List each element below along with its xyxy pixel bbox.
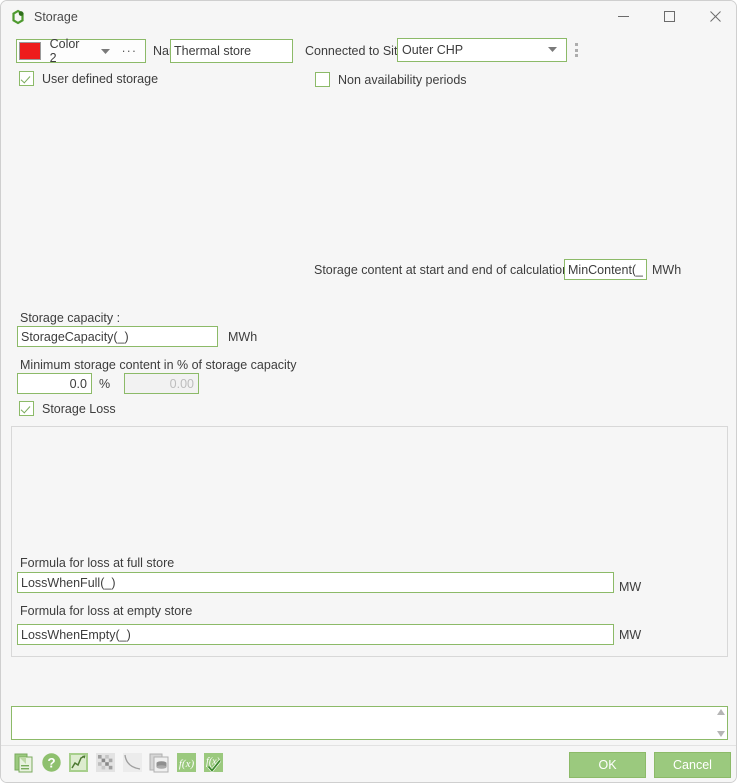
minimize-icon bbox=[617, 16, 629, 17]
function-fx-icon[interactable]: f(x) bbox=[176, 752, 197, 773]
connected-to-site-value: Outer CHP bbox=[402, 43, 464, 57]
loss-empty-unit: MW bbox=[619, 628, 642, 642]
color-picker[interactable]: Color 2 ··· bbox=[16, 37, 146, 65]
window-controls bbox=[600, 1, 736, 32]
maximize-icon bbox=[663, 11, 675, 22]
notes-input[interactable] bbox=[12, 707, 714, 739]
color-name-label: Color 2 bbox=[49, 37, 80, 65]
minimum-content-computed-input bbox=[124, 373, 199, 394]
checkbox-box[interactable] bbox=[19, 71, 34, 86]
loss-full-input[interactable] bbox=[17, 572, 614, 593]
maximize-button[interactable] bbox=[646, 1, 692, 32]
tool-icon-bar: ? f(x) f(x) bbox=[14, 752, 224, 773]
color-more-button[interactable]: ··· bbox=[122, 44, 138, 58]
function-fx-check-icon[interactable]: f(x) bbox=[203, 752, 224, 773]
user-defined-storage-label: User defined storage bbox=[42, 71, 159, 86]
matrix-grid-icon bbox=[96, 753, 115, 772]
storage-capacity-label: Storage capacity : bbox=[20, 311, 121, 325]
close-icon bbox=[709, 11, 721, 22]
color-swatch[interactable] bbox=[19, 42, 41, 60]
loss-full-label: Formula for loss at full store bbox=[20, 556, 175, 570]
storage-loss-label: Storage Loss bbox=[42, 401, 116, 416]
site-grip-handle[interactable] bbox=[575, 43, 579, 57]
svg-text:?: ? bbox=[47, 755, 55, 770]
svg-text:f(x): f(x) bbox=[179, 758, 195, 770]
content-start-end-unit: MWh bbox=[652, 263, 682, 277]
ok-button[interactable]: OK bbox=[569, 752, 646, 778]
content-start-end-label: Storage content at start and end of calc… bbox=[314, 263, 570, 277]
loss-empty-input[interactable] bbox=[17, 624, 614, 645]
non-availability-periods-label: Non availability periods bbox=[338, 72, 467, 87]
storage-loss-checkbox[interactable]: Storage Loss bbox=[19, 401, 116, 416]
user-defined-storage-checkbox[interactable]: User defined storage bbox=[19, 71, 158, 86]
name-input[interactable] bbox=[170, 39, 293, 63]
checkbox-box[interactable] bbox=[315, 72, 330, 87]
scroll-up-icon[interactable] bbox=[716, 709, 725, 715]
connected-to-site-select[interactable]: Outer CHP bbox=[397, 38, 567, 62]
notes-area[interactable] bbox=[11, 706, 728, 740]
minimum-content-percent-input[interactable] bbox=[17, 373, 92, 394]
curve-icon bbox=[123, 753, 142, 772]
storage-capacity-input[interactable] bbox=[17, 326, 218, 347]
minimum-content-label: Minimum storage content in % of storage … bbox=[20, 358, 297, 372]
close-button[interactable] bbox=[692, 1, 736, 32]
database-document-icon bbox=[149, 753, 169, 773]
storage-dialog-window: Storage Color 2 ··· Thermal store Connec… bbox=[0, 0, 737, 783]
content-start-end-input[interactable] bbox=[564, 259, 647, 280]
dialog-bottom-bar: ? f(x) f(x) OK Cancel bbox=[1, 745, 736, 782]
scroll-down-icon[interactable] bbox=[716, 731, 725, 737]
connected-to-site-label: Connected to Site: bbox=[305, 44, 408, 58]
title-bar: Storage bbox=[1, 1, 736, 32]
minimize-button[interactable] bbox=[600, 1, 646, 32]
non-availability-periods-checkbox[interactable]: Non availability periods bbox=[315, 72, 467, 87]
help-question-icon[interactable]: ? bbox=[41, 752, 62, 773]
loss-full-unit: MW bbox=[619, 580, 642, 594]
storage-loss-group bbox=[11, 426, 728, 657]
loss-empty-label: Formula for loss at empty store bbox=[20, 604, 193, 618]
checkbox-box[interactable] bbox=[19, 401, 34, 416]
notes-scrollbar[interactable] bbox=[714, 707, 727, 739]
document-icon[interactable] bbox=[14, 752, 35, 773]
chevron-down-icon[interactable] bbox=[544, 47, 560, 53]
line-chart-icon[interactable] bbox=[68, 752, 89, 773]
storage-capacity-unit: MWh bbox=[228, 330, 258, 344]
window-title: Storage bbox=[34, 9, 78, 24]
chevron-down-icon[interactable] bbox=[100, 44, 110, 58]
cancel-button[interactable]: Cancel bbox=[654, 752, 731, 778]
minimum-content-percent-unit: % bbox=[99, 377, 111, 391]
storage-ring-icon bbox=[12, 9, 24, 24]
